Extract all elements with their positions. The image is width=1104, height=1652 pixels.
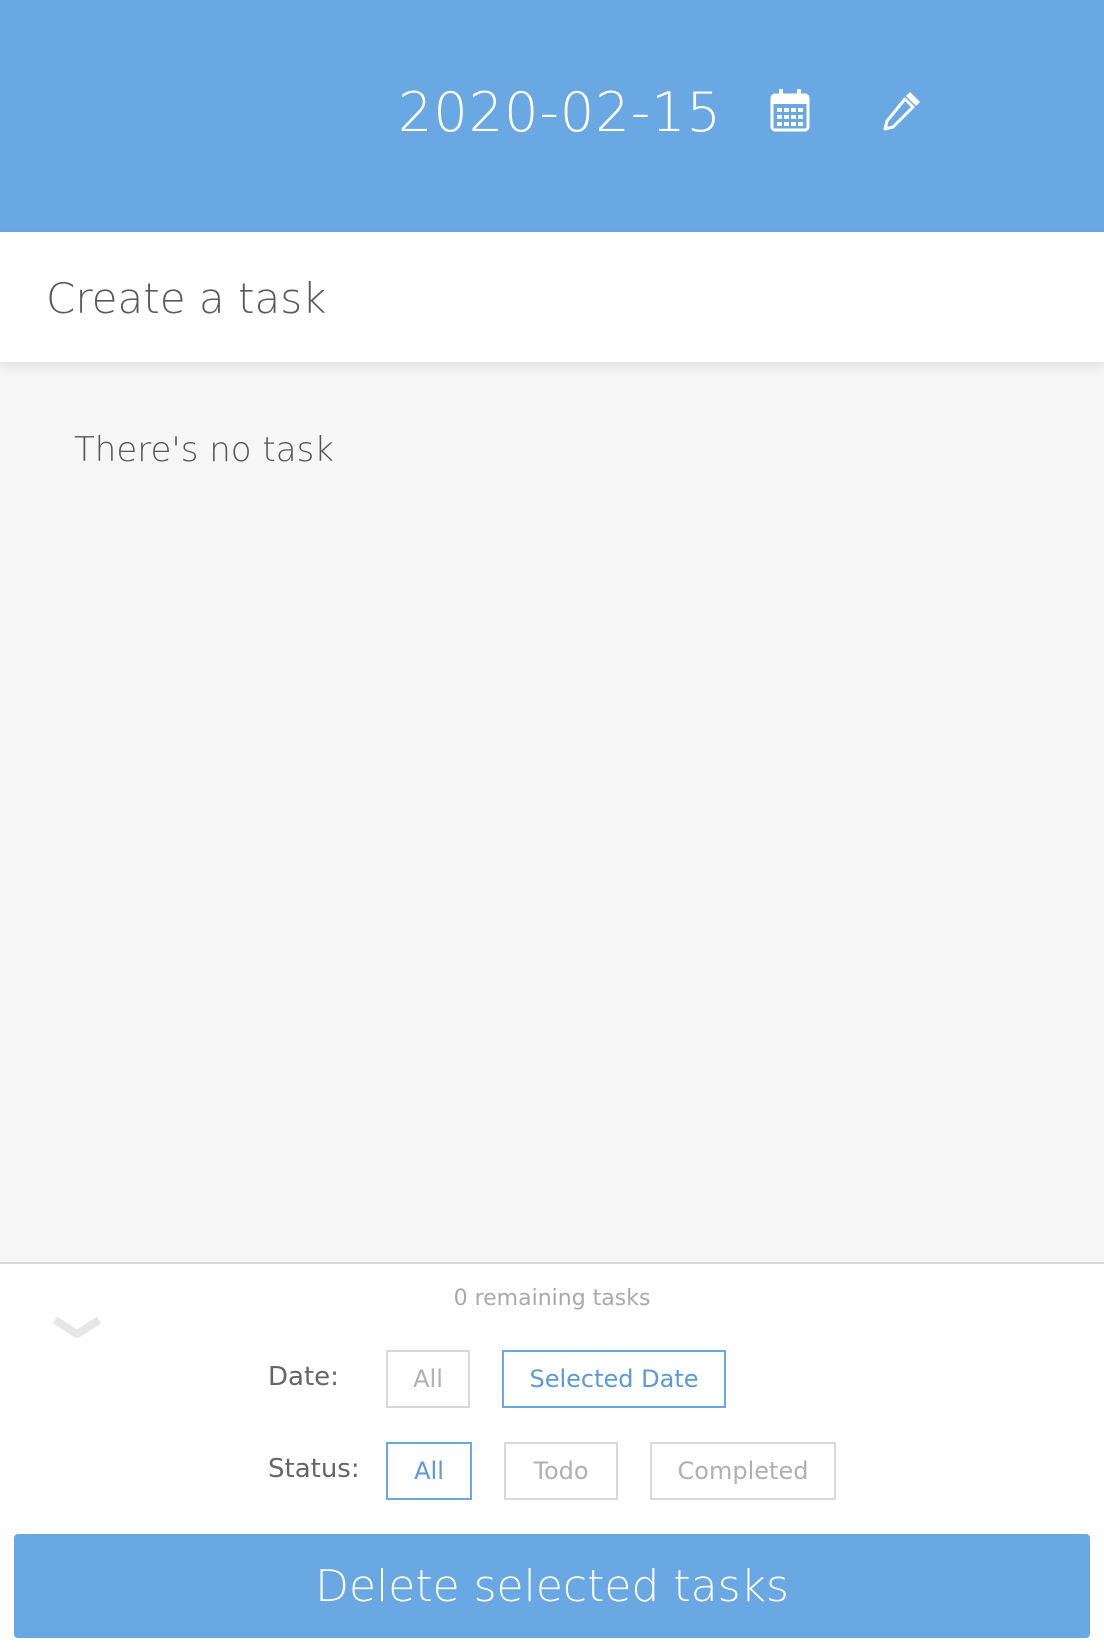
task-list: There's no task [0,362,1104,1262]
empty-task-message: There's no task [74,430,334,470]
status-filter-completed[interactable]: Completed [650,1442,836,1500]
task-input-bar [0,232,1104,362]
status-filter-label: Status: [268,1454,360,1484]
edit-button[interactable] [880,88,924,132]
date-filter-selected-date[interactable]: Selected Date [502,1350,726,1408]
date-filter-label: Date: [268,1362,339,1392]
status-filter-all[interactable]: All [386,1442,472,1500]
calendar-icon [770,89,810,132]
date-filter-all[interactable]: All [386,1350,470,1408]
pencil-icon [883,92,920,131]
delete-selected-button[interactable]: Delete selected tasks [14,1534,1090,1638]
app-header: 2020-02-15 [0,0,1104,232]
create-task-input[interactable] [44,262,1048,334]
footer-panel: 0 remaining tasks Date: All Selected Dat… [0,1262,1104,1652]
calendar-button[interactable] [770,88,810,132]
chevron-down-icon [52,1316,102,1338]
collapse-button[interactable] [52,1312,102,1346]
status-filter-todo[interactable]: Todo [504,1442,618,1500]
selected-date: 2020-02-15 [398,81,722,144]
remaining-count: 0 remaining tasks [453,1286,651,1311]
